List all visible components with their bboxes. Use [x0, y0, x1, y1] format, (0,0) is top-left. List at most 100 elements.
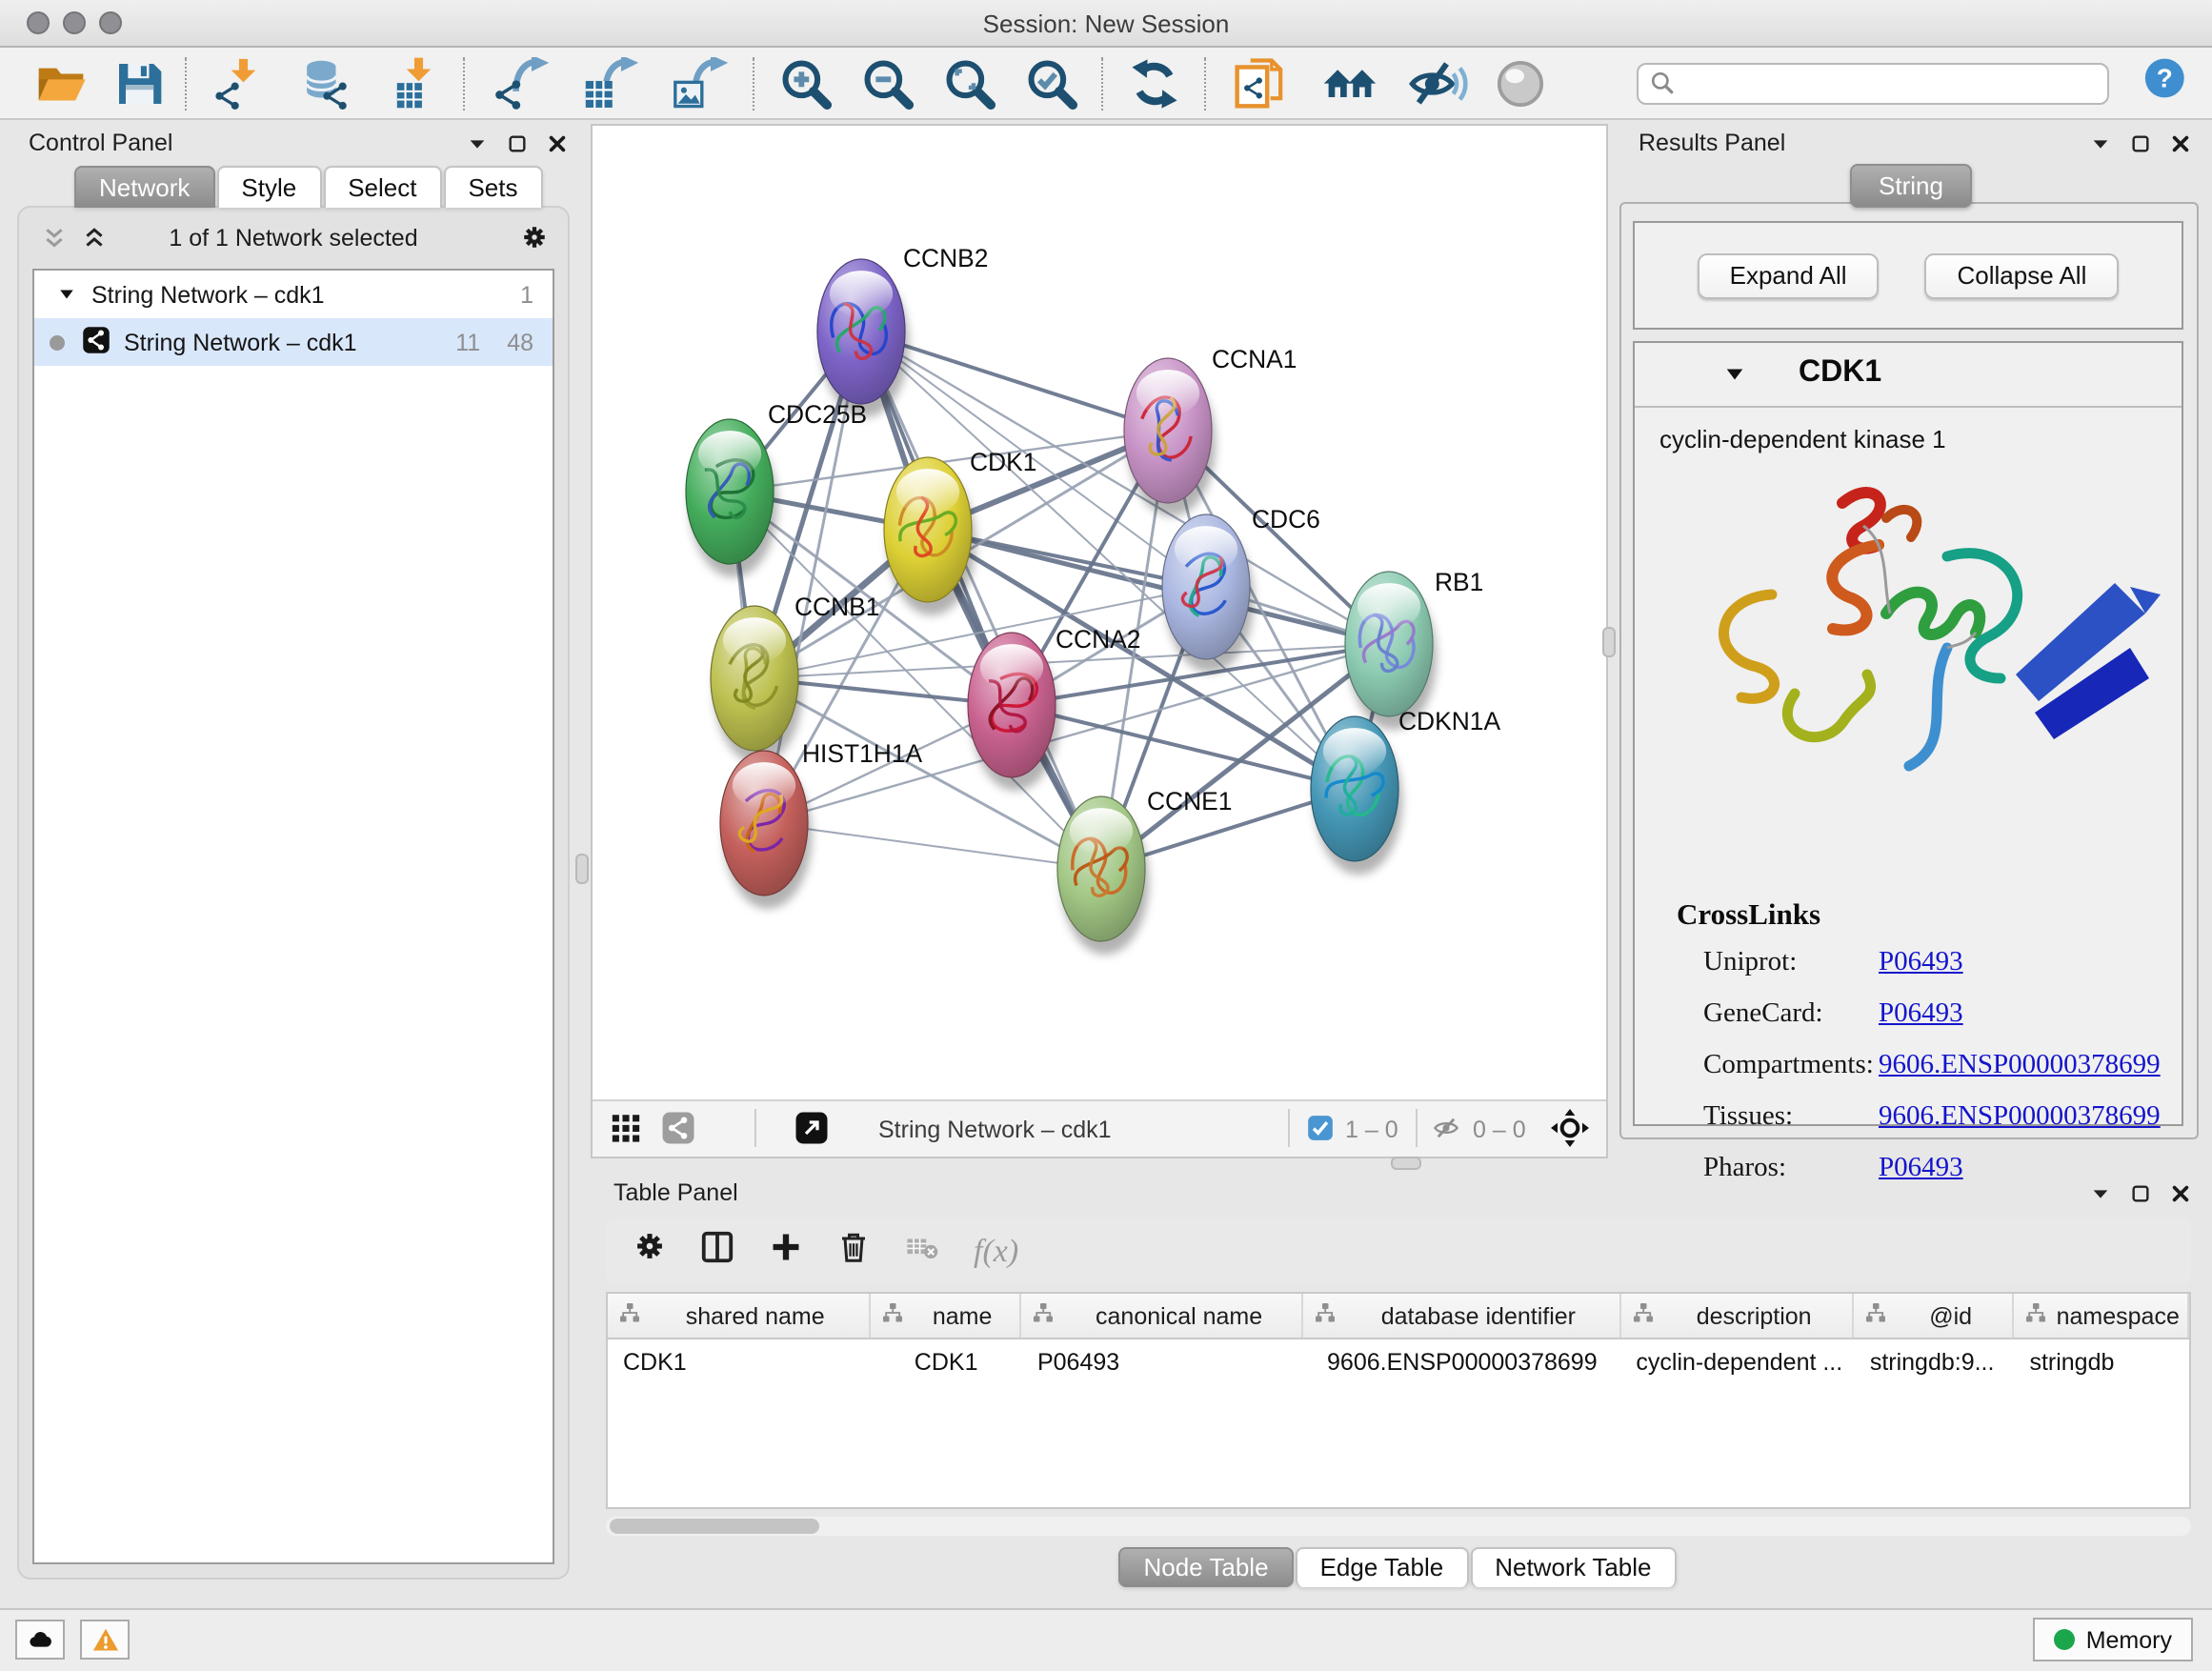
zoom-selected-icon[interactable]: [1019, 52, 1084, 113]
table-row[interactable]: CDK1CDK1P064939606.ENSP00000378699cyclin…: [608, 1339, 2189, 1389]
gray-eye-icon[interactable]: [1490, 52, 1551, 113]
panel-close-icon[interactable]: [2170, 130, 2191, 164]
column-header-database-identifier[interactable]: database identifier: [1303, 1294, 1620, 1338]
zoom-out-icon[interactable]: [855, 52, 920, 113]
open-folder-icon[interactable]: [29, 52, 93, 113]
selected-checkbox-icon[interactable]: [1307, 1115, 1334, 1151]
hide-eye-icon[interactable]: [1400, 52, 1473, 113]
help-icon[interactable]: ?: [2142, 55, 2185, 111]
table-settings-gear-icon[interactable]: [633, 1229, 667, 1273]
tab-sets[interactable]: Sets: [443, 166, 542, 208]
import-table-icon[interactable]: [381, 52, 446, 113]
export-network-icon[interactable]: [484, 52, 556, 113]
crosslink-link[interactable]: P06493: [1879, 998, 1963, 1031]
panel-close-icon[interactable]: [2170, 1179, 2191, 1214]
network-node-HIST1H1A[interactable]: [720, 751, 812, 909]
network-options-gear-icon[interactable]: [520, 223, 549, 261]
column-header-name[interactable]: name: [870, 1294, 1022, 1338]
splitter-grip[interactable]: [1391, 1157, 1421, 1170]
export-image-icon[interactable]: [663, 52, 735, 113]
panel-menu-icon[interactable]: [2090, 130, 2111, 164]
tab-node-table[interactable]: Node Table: [1118, 1547, 1293, 1587]
zoom-in-icon[interactable]: [774, 52, 838, 113]
tab-string[interactable]: String: [1850, 164, 1972, 208]
network-node-CCNE1[interactable]: [1057, 796, 1149, 955]
column-header-description[interactable]: description: [1620, 1294, 1854, 1338]
network-node-CCNA2[interactable]: [968, 633, 1059, 791]
table-cell[interactable]: CDK1: [870, 1339, 1022, 1389]
collapse-all-button[interactable]: Collapse All: [1925, 252, 2120, 298]
export-table-icon[interactable]: [573, 52, 646, 113]
network-node-CCNB1[interactable]: [711, 606, 802, 764]
network-edge[interactable]: [928, 530, 1389, 644]
node-table-header-row: shared namenamecanonical namedatabase id…: [608, 1294, 2189, 1339]
table-cell[interactable]: 9606.ENSP00000378699: [1303, 1339, 1620, 1389]
network-edge[interactable]: [764, 823, 1101, 869]
protein-section-header[interactable]: CDK1: [1635, 343, 2182, 408]
table-cell[interactable]: P06493: [1022, 1339, 1303, 1389]
panel-float-icon[interactable]: [507, 130, 528, 164]
network-edge[interactable]: [861, 332, 1101, 869]
show-columns-icon[interactable]: [699, 1228, 735, 1274]
crosslink-link[interactable]: 9606.ENSP00000378699: [1879, 1050, 2161, 1082]
table-cell[interactable]: stringdb:9...: [1855, 1339, 2015, 1389]
node-label-CCNB2: CCNB2: [903, 244, 988, 272]
home-view-icon[interactable]: [1311, 52, 1383, 113]
panel-menu-icon[interactable]: [467, 130, 488, 164]
zoom-fit-icon[interactable]: [937, 52, 1002, 113]
table-horizontal-scrollbar[interactable]: [606, 1517, 2191, 1536]
protein-description: cyclin-dependent kinase 1: [1659, 425, 1946, 453]
network-node-CCNB2[interactable]: [817, 259, 909, 417]
birds-eye-view-icon[interactable]: [794, 1111, 829, 1155]
control-panel-tabs: NetworkStyleSelectSets: [74, 166, 545, 208]
hidden-eye-slash-icon[interactable]: [1431, 1115, 1461, 1151]
column-header-shared-name[interactable]: shared name: [608, 1294, 870, 1338]
add-column-icon[interactable]: [768, 1228, 804, 1274]
tab-style[interactable]: Style: [216, 166, 321, 208]
panel-float-icon[interactable]: [2130, 1179, 2151, 1214]
network-node-CCNA1[interactable]: [1124, 358, 1216, 516]
table-cell[interactable]: cyclin-dependent ...: [1620, 1339, 1854, 1389]
import-network-icon[interactable]: [206, 52, 271, 113]
tab-network[interactable]: Network: [74, 166, 214, 208]
delete-column-icon[interactable]: [836, 1228, 871, 1274]
splitter-grip[interactable]: [575, 854, 589, 884]
table-cell[interactable]: CDK1: [608, 1339, 870, 1389]
search-box[interactable]: [1636, 62, 2108, 104]
network-node-CDKN1A[interactable]: [1311, 716, 1402, 875]
network-view-panel[interactable]: CCNB2CCNA1CDC25BCDK1CDC6RB1CCNB1CCNA2CDK…: [591, 124, 1608, 1158]
splitter-grip[interactable]: [1602, 627, 1616, 657]
column-header--id[interactable]: @id: [1855, 1294, 2015, 1338]
grid-view-icon[interactable]: [610, 1111, 642, 1153]
tree-expand-caret-icon[interactable]: [57, 281, 76, 308]
import-database-icon[interactable]: [288, 52, 364, 113]
panel-close-icon[interactable]: [547, 130, 568, 164]
network-node-CDC6[interactable]: [1162, 514, 1254, 673]
save-icon[interactable]: [111, 52, 168, 113]
network-node-CDC25B[interactable]: [686, 419, 777, 577]
warning-button[interactable]: [80, 1620, 130, 1660]
panel-menu-icon[interactable]: [2090, 1179, 2111, 1214]
tree-row-collection[interactable]: String Network – cdk1 1: [34, 271, 553, 318]
expand-all-button[interactable]: Expand All: [1698, 252, 1880, 298]
cloud-status-button[interactable]: [15, 1620, 65, 1660]
table-cell[interactable]: stringdb: [2014, 1339, 2189, 1389]
crosslink-link[interactable]: P06493: [1879, 947, 1963, 979]
column-header-namespace[interactable]: namespace: [2014, 1294, 2189, 1338]
memory-button[interactable]: Memory: [2033, 1618, 2193, 1661]
copy-network-icon[interactable]: [1225, 52, 1294, 113]
network-badge-icon[interactable]: [661, 1111, 695, 1155]
scrollbar-thumb[interactable]: [610, 1519, 819, 1534]
search-input[interactable]: [1674, 64, 2106, 102]
panel-float-icon[interactable]: [2130, 130, 2151, 164]
tab-select[interactable]: Select: [323, 166, 441, 208]
tree-row-network[interactable]: String Network – cdk1 11 48: [34, 318, 553, 366]
collapse-caret-icon[interactable]: [1722, 360, 1747, 394]
crosslink-link[interactable]: 9606.ENSP00000378699: [1879, 1101, 2161, 1134]
tab-network-table[interactable]: Network Table: [1470, 1547, 1676, 1587]
refresh-icon[interactable]: [1122, 52, 1187, 113]
network-canvas[interactable]: CCNB2CCNA1CDC25BCDK1CDC6RB1CCNB1CCNA2CDK…: [593, 126, 1606, 1101]
pan-crosshair-icon[interactable]: [1551, 1109, 1589, 1157]
tab-edge-table[interactable]: Edge Table: [1296, 1547, 1469, 1587]
column-header-canonical-name[interactable]: canonical name: [1022, 1294, 1303, 1338]
